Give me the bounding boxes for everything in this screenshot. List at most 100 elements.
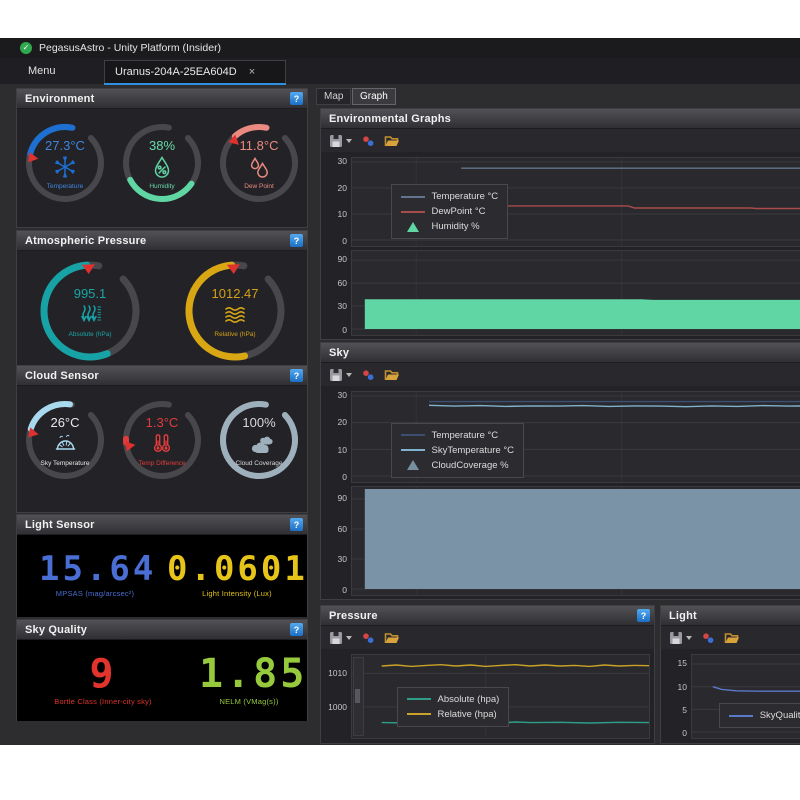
legend-line-sample — [401, 196, 425, 198]
y-axis-labels: 0306090 — [325, 486, 351, 596]
app-icon: ✓ — [20, 42, 32, 54]
save-icon — [329, 134, 343, 148]
tab-graph[interactable]: Graph — [352, 88, 396, 105]
open-folder-icon — [384, 134, 400, 148]
panel-title: Atmospheric Pressure — [25, 235, 146, 247]
y-tick-label: 30 — [338, 390, 347, 400]
environment-panel: Environment ? 27.3°CTemperature38%Humidi… — [16, 88, 308, 228]
environment-header: Environment ? — [17, 89, 307, 109]
legend-line-sample — [401, 211, 425, 213]
legend-line-sample — [407, 698, 431, 700]
atmospheric-pressure-header: Atmospheric Pressure ? — [17, 231, 307, 251]
display-lux: 0.0601Light Intensity (Lux) — [167, 552, 307, 598]
palette-button[interactable] — [701, 631, 715, 645]
vertical-scrollbar[interactable] — [353, 657, 364, 736]
clouds-icon — [252, 437, 273, 453]
open-folder-button[interactable] — [384, 368, 400, 382]
cloud-sensor-header: Cloud Sensor ? — [17, 366, 307, 386]
thermometers-icon — [155, 435, 170, 452]
y-tick-label: 60 — [338, 278, 347, 288]
display-label: MPSAS (mag/arcsec²) — [39, 589, 151, 598]
palette-icon — [361, 134, 375, 148]
gauge-label: Dew Point — [244, 183, 274, 190]
sky-quality-panel: Sky Quality ? 9Bortle Class (Inner-city … — [16, 619, 308, 721]
y-tick-label: 10 — [678, 682, 687, 692]
save-chart-button[interactable] — [669, 631, 692, 645]
help-icon[interactable]: ? — [290, 369, 303, 382]
gauge-sky-temperature: 26°CSky Temperature — [19, 392, 111, 496]
panel-title: Sky Quality — [25, 624, 87, 636]
gauge-pointer-icon — [226, 264, 239, 274]
chart-svg — [352, 487, 800, 595]
gauge-value: 27.3°C — [45, 138, 85, 153]
tab-map[interactable]: Map — [316, 88, 351, 105]
light-panel: Light ? 051015SkyQuality (MPSAS) — [660, 605, 800, 744]
y-tick-label: 90 — [338, 493, 347, 503]
dew-drops-icon — [251, 159, 267, 178]
legend-label: SkyQuality (MPSAS) — [760, 710, 800, 721]
scrollbar-thumb[interactable] — [355, 689, 360, 703]
open-folder-button[interactable] — [384, 631, 400, 645]
palette-icon — [361, 368, 375, 382]
display-mpsas: 15.64MPSAS (mag/arcsec²) — [39, 552, 151, 598]
legend-label: Temperature °C — [432, 430, 499, 441]
y-tick-label: 20 — [338, 183, 347, 193]
humidity-drop-icon — [155, 158, 168, 178]
y-axis-labels: 0102030 — [325, 391, 351, 483]
legend-item: Relative (hpa) — [407, 707, 500, 722]
help-icon[interactable]: ? — [290, 518, 303, 531]
help-icon[interactable]: ? — [290, 623, 303, 636]
save-dropdown-caret[interactable] — [346, 139, 352, 143]
light-sensor-panel: Light Sensor ? 15.64MPSAS (mag/arcsec²) 0… — [16, 514, 308, 617]
pressure-gauges: 995.1Absolute (hPa)1012.47Relative (hPa) — [17, 251, 307, 371]
y-tick-label: 0 — [682, 728, 687, 738]
device-tab[interactable]: Uranus-204A-25EA604D × — [104, 60, 286, 83]
down-arrows-icon — [82, 306, 101, 321]
save-chart-button[interactable] — [329, 134, 352, 148]
pressure-panel: Pressure ? 10001010Absolute (hpa)Relativ… — [320, 605, 655, 744]
save-dropdown-caret[interactable] — [346, 373, 352, 377]
help-icon[interactable]: ? — [290, 92, 303, 105]
save-icon — [329, 631, 343, 645]
gauge-dew-point: 11.8°C Dew Point — [213, 115, 305, 219]
gauge-value: 11.8°C — [239, 138, 278, 153]
legend-item: SkyTemperature °C — [401, 443, 514, 458]
panel-title: Light Sensor — [25, 519, 95, 531]
chart-legend: SkyQuality (MPSAS) — [719, 703, 800, 728]
sky-cloud-chart: 0306090 — [325, 486, 800, 596]
tab-close-icon[interactable]: × — [249, 66, 255, 78]
environmental-graphs-panel: Environmental Graphs ? 0102030Temperatur… — [320, 108, 800, 340]
help-icon[interactable]: ? — [637, 609, 650, 622]
save-icon — [669, 631, 683, 645]
palette-button[interactable] — [361, 631, 375, 645]
gauge-value: 100% — [242, 415, 276, 430]
y-tick-label: 10 — [338, 209, 347, 219]
menu-button[interactable]: Menu — [22, 58, 62, 84]
palette-button[interactable] — [361, 134, 375, 148]
sky-quality-display: 9Bortle Class (Inner-city sky)1.85NELM (… — [17, 640, 307, 721]
tab-bar: Menu Uranus-204A-25EA604D × — [0, 58, 800, 84]
save-dropdown-caret[interactable] — [346, 636, 352, 640]
open-folder-button[interactable] — [384, 134, 400, 148]
legend-label: SkyTemperature °C — [432, 445, 514, 456]
open-folder-button[interactable] — [724, 631, 740, 645]
atmospheric-pressure-panel: Atmospheric Pressure ? 995.1Absolute (hP… — [16, 230, 308, 366]
gauge-temp-difference: 1.3°CTemp Difference — [116, 392, 208, 496]
y-tick-label: 0 — [342, 472, 347, 482]
help-icon[interactable]: ? — [290, 234, 303, 247]
plot-area: Temperature °CSkyTemperature °CCloudCove… — [351, 391, 800, 483]
palette-button[interactable] — [361, 368, 375, 382]
gauge-label: Humidity — [149, 183, 175, 190]
legend-line-sample — [729, 715, 753, 717]
legend-line-sample — [401, 434, 425, 436]
legend-label: Relative (hpa) — [438, 709, 497, 720]
gauge-label: Cloud Coverage — [235, 460, 282, 467]
save-chart-button[interactable] — [329, 368, 352, 382]
gauge-value: 995.1 — [73, 286, 106, 301]
save-chart-button[interactable] — [329, 631, 352, 645]
display-value: 1.85 — [199, 653, 299, 693]
plot-area: Temperature °CDewPoint °CHumidity % — [351, 157, 800, 247]
palette-icon — [701, 631, 715, 645]
display-bortle: 9Bortle Class (Inner-city sky) — [45, 653, 161, 705]
save-dropdown-caret[interactable] — [686, 636, 692, 640]
